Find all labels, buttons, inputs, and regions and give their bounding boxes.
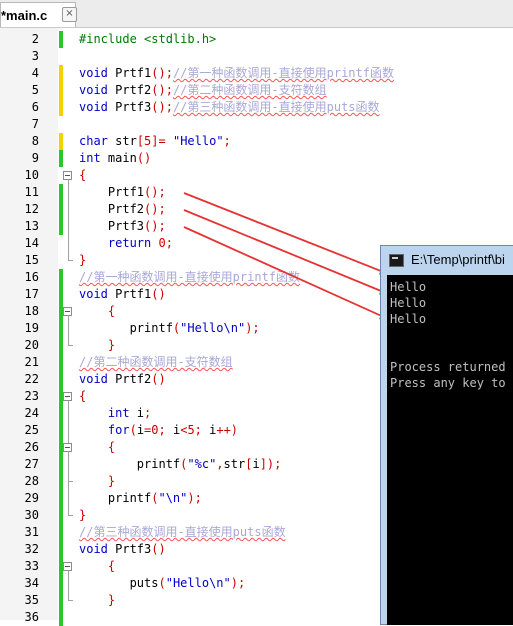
console-title-bar[interactable]: E:\Temp\printf\bi [389,252,513,270]
console-output: Hello Hello Hello Process returned Press any… [387,275,513,625]
console-line: Press any key to [390,376,506,390]
arrow-prtf2 [183,209,388,295]
arrow-prtf3 [183,226,388,320]
console-line: Process returned [390,360,506,374]
arrow-prtf1 [183,192,388,275]
console-line: Hello [390,280,427,294]
console-title: E:\Temp\printf\bi [411,252,505,267]
console-window[interactable]: E:\Temp\printf\bi Hello Hello Hello Process… [380,245,513,625]
console-window-icon [389,254,404,267]
console-line: Hello [390,296,427,310]
console-line: Hello [390,312,427,326]
